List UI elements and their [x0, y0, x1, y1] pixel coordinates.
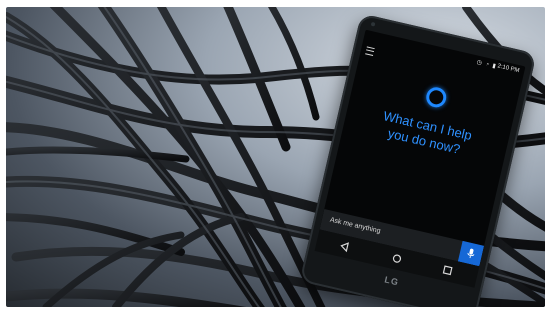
status-time: 2:10 PM [496, 63, 520, 75]
front-camera-dot [370, 21, 376, 27]
recent-apps-icon[interactable] [440, 263, 454, 277]
back-icon[interactable] [337, 239, 351, 253]
phone-screen: ◷ ◔ ▮ 2:10 PM What can I help you do now… [319, 29, 526, 267]
microphone-icon [467, 248, 475, 259]
photo: ◷ ◔ ▮ 2:10 PM What can I help you do now… [6, 7, 545, 307]
status-icons: ◷ ◔ ▮ [475, 59, 498, 71]
menu-icon[interactable] [365, 46, 375, 57]
cortana-icon [424, 85, 449, 110]
home-icon[interactable] [390, 251, 404, 265]
ask-placeholder: Ask me anything [329, 216, 382, 236]
